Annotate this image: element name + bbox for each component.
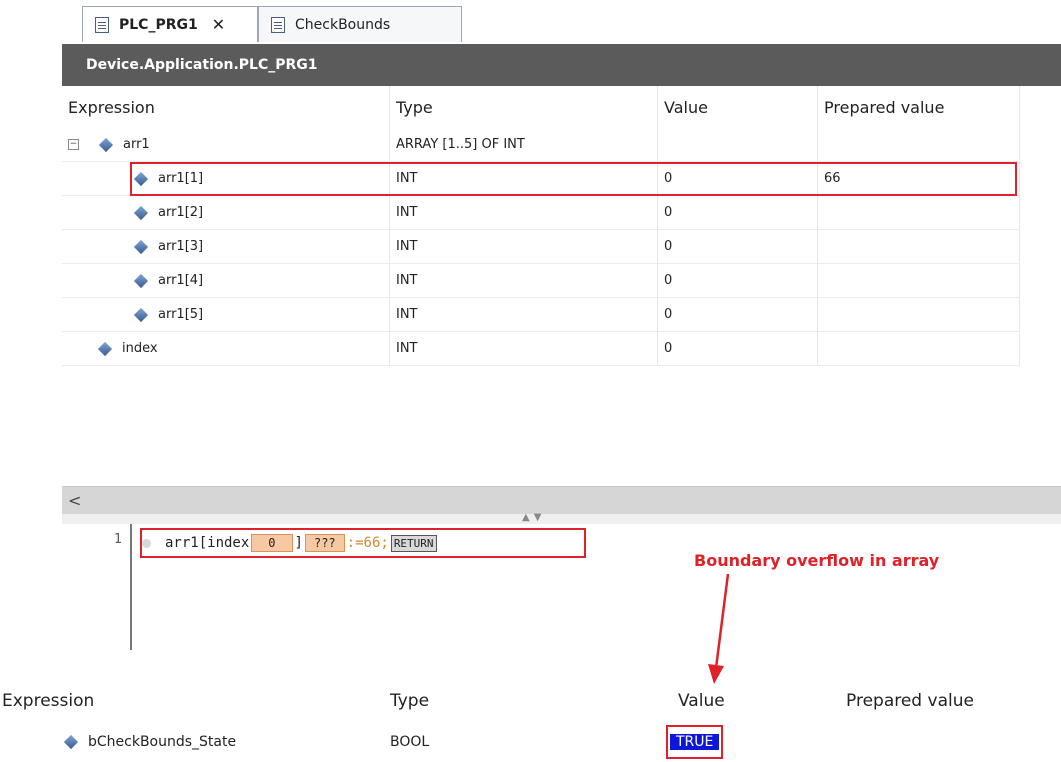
editor-tab-bar: PLC_PRG1 ✕ CheckBounds <box>62 0 1061 44</box>
column-header-expression[interactable]: Expression <box>62 86 390 128</box>
variable-icon <box>133 307 149 322</box>
expression-cell: index <box>122 341 158 356</box>
expression-cell: arr1[5] <box>158 307 204 322</box>
value-cell: 0 <box>658 332 818 365</box>
panel-splitter[interactable]: ▲▼ <box>62 512 1061 524</box>
column-header-prepared-value[interactable]: Prepared value <box>846 678 1061 724</box>
column-header-prepared-value[interactable]: Prepared value <box>818 86 1020 128</box>
expression-cell[interactable]: bCheckBounds_State <box>63 724 386 760</box>
variable-icon <box>133 205 149 220</box>
prepared-value-cell[interactable] <box>818 298 1020 331</box>
table-row[interactable]: − arr1 ARRAY [1..5] OF INT <box>62 128 1020 162</box>
prepared-value-cell[interactable] <box>818 332 1020 365</box>
variable-icon <box>98 137 114 152</box>
code-editor[interactable]: 1 arr1[index 0 ] ??? :=66; RETURN <box>62 524 1061 650</box>
table-row[interactable]: arr1[4] INT 0 <box>62 264 1020 298</box>
value-cell <box>658 128 818 161</box>
watch-table: Expression Type Value Prepared value − a… <box>62 86 1020 486</box>
type-cell: INT <box>390 196 658 229</box>
variable-icon <box>63 734 79 750</box>
value-cell: 0 <box>658 264 818 297</box>
tab-checkbounds[interactable]: CheckBounds <box>258 6 462 42</box>
prepared-value-cell[interactable] <box>846 724 1046 760</box>
variable-icon <box>97 341 113 356</box>
highlight-box <box>140 528 586 558</box>
type-cell: BOOL <box>390 734 430 750</box>
prepared-value-cell[interactable] <box>818 230 1020 263</box>
table-row[interactable]: arr1[2] INT 0 <box>62 196 1020 230</box>
table-row[interactable]: arr1[3] INT 0 <box>62 230 1020 264</box>
gutter-divider <box>130 524 132 650</box>
value-cell: 0 <box>658 230 818 263</box>
annotation-label: Boundary overflow in array <box>694 551 940 570</box>
value-cell: 0 <box>658 196 818 229</box>
prepared-value-cell[interactable] <box>818 264 1020 297</box>
horizontal-scrollbar[interactable]: < <box>62 486 1061 515</box>
tab-label: PLC_PRG1 <box>119 16 198 33</box>
highlight-box <box>130 162 1017 196</box>
annotation-arrow <box>708 573 730 684</box>
bottom-watch-table: Expression Type Value Prepared value bCh… <box>0 678 1061 762</box>
expression-text: bCheckBounds_State <box>88 734 237 750</box>
type-cell: ARRAY [1..5] OF INT <box>390 128 658 161</box>
value-true-badge: TRUE <box>670 734 720 750</box>
variable-icon <box>133 239 149 254</box>
expression-cell: arr1 <box>123 137 150 152</box>
expression-cell: arr1[3] <box>158 239 204 254</box>
table-row[interactable]: arr1[5] INT 0 <box>62 298 1020 332</box>
tab-label: CheckBounds <box>295 16 391 33</box>
column-header-type[interactable]: Type <box>390 86 658 128</box>
expression-cell: arr1[2] <box>158 205 204 220</box>
tab-plc-prg1[interactable]: PLC_PRG1 ✕ <box>82 6 258 42</box>
pou-path-title: Device.Application.PLC_PRG1 <box>62 44 1061 86</box>
column-header-type[interactable]: Type <box>390 678 670 724</box>
close-icon[interactable]: ✕ <box>212 15 225 34</box>
type-cell: INT <box>390 332 658 365</box>
line-number: 1 <box>114 532 122 547</box>
value-cell: TRUE <box>666 724 738 760</box>
table-row[interactable]: index INT 0 <box>62 332 1020 366</box>
document-icon <box>95 16 109 33</box>
document-icon <box>271 16 285 33</box>
column-header-value[interactable]: Value <box>678 678 838 724</box>
highlight-box: TRUE <box>666 725 724 759</box>
type-cell: INT <box>390 264 658 297</box>
column-header-value[interactable]: Value <box>658 86 818 128</box>
prepared-value-cell[interactable] <box>818 196 1020 229</box>
variable-icon <box>133 273 149 288</box>
column-header-expression[interactable]: Expression <box>2 678 372 724</box>
scroll-left-icon[interactable]: < <box>68 491 81 510</box>
type-cell: INT <box>390 298 658 331</box>
value-cell: 0 <box>658 298 818 331</box>
type-cell: INT <box>390 230 658 263</box>
prepared-value-cell[interactable] <box>818 128 1020 161</box>
collapse-icon[interactable]: − <box>68 139 79 150</box>
splitter-arrows-icon[interactable]: ▲▼ <box>522 512 545 523</box>
expression-cell: arr1[4] <box>158 273 204 288</box>
